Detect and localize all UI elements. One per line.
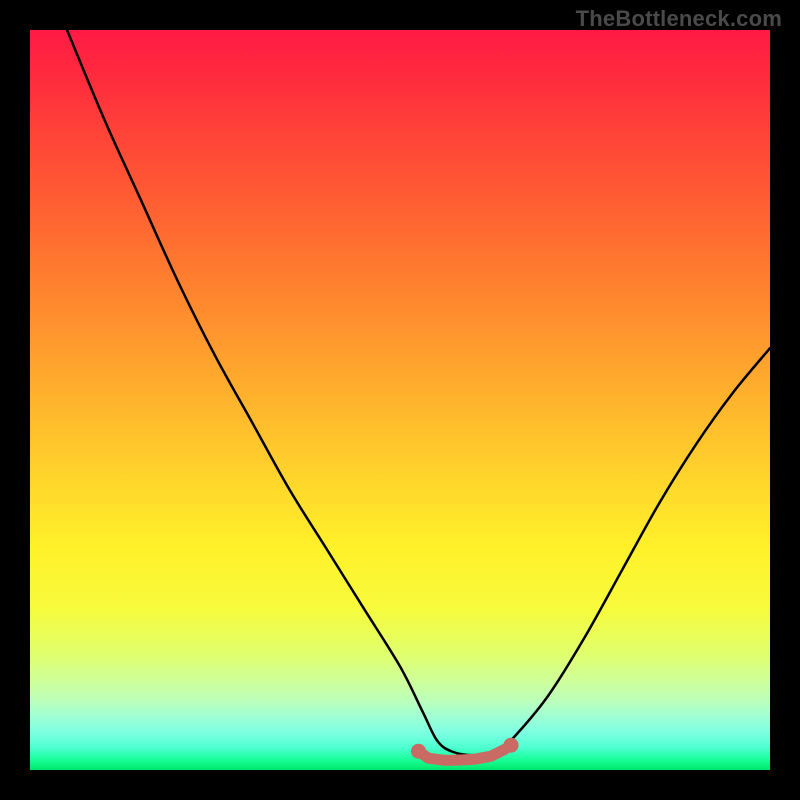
gradient-plot-area bbox=[30, 30, 770, 770]
salmon-highlight bbox=[30, 30, 770, 770]
watermark-text: TheBottleneck.com bbox=[576, 6, 782, 32]
chart-container: TheBottleneck.com bbox=[0, 0, 800, 800]
